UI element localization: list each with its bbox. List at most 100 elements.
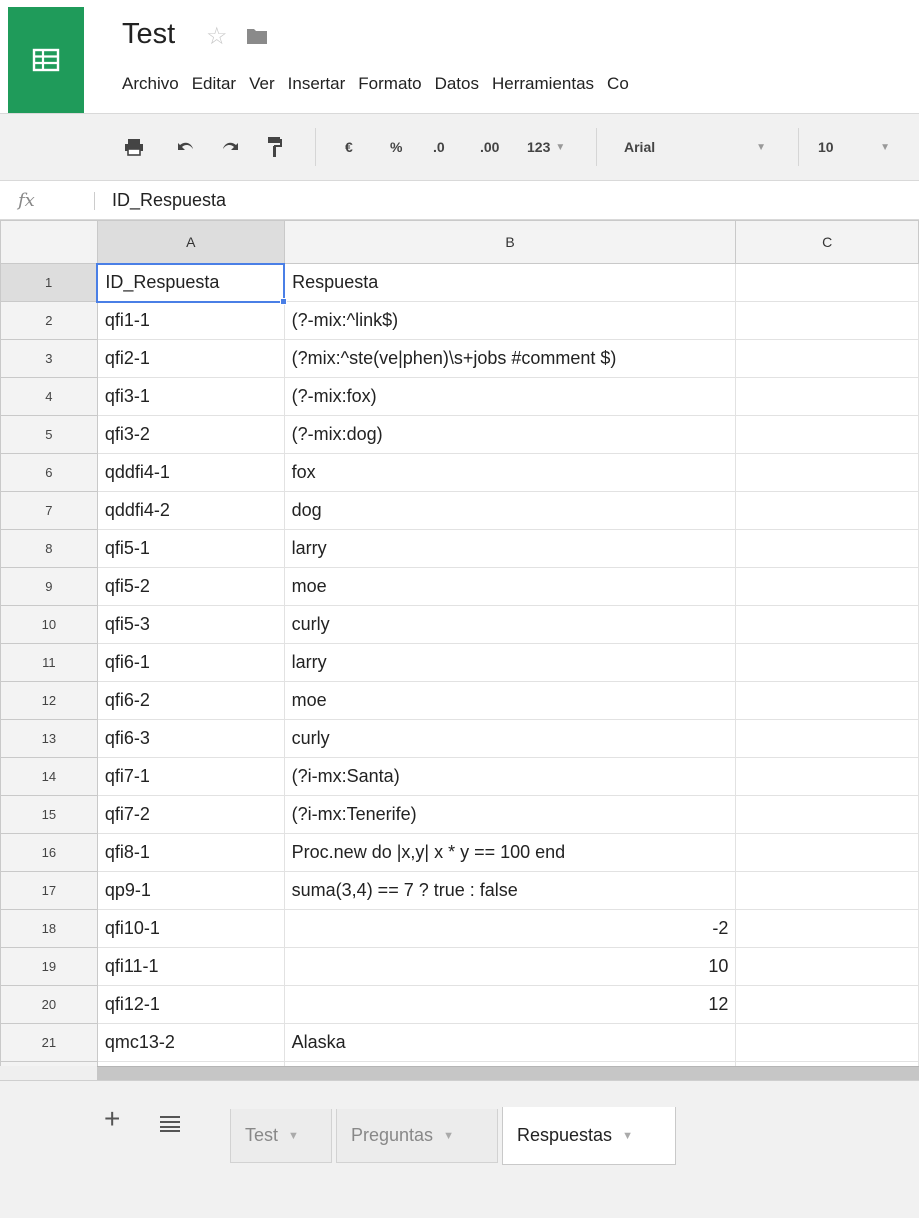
cell-b[interactable]: (?i-mx:Tenerife) — [283, 795, 737, 834]
formula-input[interactable]: ID_Respuesta — [112, 190, 226, 211]
row-header[interactable]: 14 — [0, 757, 98, 796]
cell-a[interactable]: qfi3-2 — [96, 415, 285, 454]
menu-ver[interactable]: Ver — [249, 74, 275, 104]
cell-a[interactable]: qfi7-2 — [96, 795, 285, 834]
undo-icon[interactable] — [176, 134, 196, 160]
cell-a[interactable]: qddfi4-2 — [96, 491, 285, 530]
percent-format-button[interactable]: % — [390, 134, 402, 160]
cell-a[interactable]: qfi3-1 — [96, 377, 285, 416]
row-header[interactable]: 12 — [0, 681, 98, 720]
cell-c[interactable] — [735, 339, 919, 378]
cell-c[interactable] — [735, 605, 919, 644]
row-header[interactable]: 11 — [0, 643, 98, 682]
row-header[interactable]: 20 — [0, 985, 98, 1024]
row-header[interactable]: 7 — [0, 491, 98, 530]
cell-c[interactable] — [735, 719, 919, 758]
menu-formato[interactable]: Formato — [358, 74, 421, 104]
cell-c[interactable] — [735, 833, 919, 872]
column-header-a[interactable]: A — [96, 220, 285, 264]
cell-a[interactable]: qfi6-3 — [96, 719, 285, 758]
cell-b[interactable]: (?i-mx:Santa) — [283, 757, 737, 796]
more-formats-button[interactable]: 123 ▼ — [527, 134, 565, 160]
cell-a[interactable]: qfi2-1 — [96, 339, 285, 378]
cell-c[interactable] — [735, 301, 919, 340]
menu-editar[interactable]: Editar — [192, 74, 236, 104]
print-icon[interactable] — [124, 134, 144, 160]
cell-a[interactable]: qddfi4-1 — [96, 453, 285, 492]
row-header[interactable]: 21 — [0, 1023, 98, 1062]
chevron-down-icon[interactable]: ▼ — [288, 1130, 299, 1142]
sheets-logo-icon[interactable] — [8, 7, 84, 113]
cell-a[interactable]: qfi1-1 — [96, 301, 285, 340]
cell-b[interactable]: (?mix:^ste(ve|phen)\s+jobs #comment $) — [283, 339, 737, 378]
cell-a[interactable]: qfi5-3 — [96, 605, 285, 644]
cell-a[interactable]: qfi12-1 — [96, 985, 285, 1024]
cell-b[interactable]: suma(3,4) == 7 ? true : false — [283, 871, 737, 910]
cell-c[interactable] — [735, 909, 919, 948]
menu-insertar[interactable]: Insertar — [288, 74, 346, 104]
menu-datos[interactable]: Datos — [435, 74, 479, 104]
cell-c[interactable] — [735, 795, 919, 834]
cell-a[interactable]: qfi7-1 — [96, 757, 285, 796]
row-header[interactable]: 5 — [0, 415, 98, 454]
sheet-tab[interactable]: Respuestas ▼ — [502, 1107, 676, 1165]
add-sheet-button[interactable]: + — [104, 1105, 120, 1133]
row-header[interactable]: 13 — [0, 719, 98, 758]
cell-c[interactable] — [735, 453, 919, 492]
fill-handle[interactable] — [280, 297, 288, 305]
currency-format-button[interactable]: € — [345, 134, 353, 160]
cell-a[interactable]: qfi8-1 — [96, 833, 285, 872]
cell-b[interactable]: larry — [283, 529, 737, 568]
horizontal-scrollbar[interactable] — [97, 1066, 919, 1080]
row-header[interactable]: 6 — [0, 453, 98, 492]
font-size-select[interactable]: 10 ▼ — [818, 134, 898, 160]
font-family-select[interactable]: Arial ▼ — [624, 134, 780, 160]
row-header[interactable]: 4 — [0, 377, 98, 416]
cell-c[interactable] — [735, 567, 919, 606]
row-header[interactable]: 16 — [0, 833, 98, 872]
star-icon[interactable]: ☆ — [206, 22, 228, 51]
cell-c[interactable] — [735, 1023, 919, 1062]
row-header[interactable]: 15 — [0, 795, 98, 834]
paint-format-icon[interactable] — [266, 134, 284, 160]
decrease-decimals-button[interactable]: .0 — [433, 134, 445, 160]
folder-icon[interactable] — [246, 27, 268, 50]
column-header-c[interactable]: C — [735, 220, 919, 264]
cell-b[interactable]: moe — [283, 681, 737, 720]
cell-c[interactable] — [735, 491, 919, 530]
redo-icon[interactable] — [220, 134, 240, 160]
sheet-list-button[interactable] — [160, 1114, 180, 1137]
chevron-down-icon[interactable]: ▼ — [622, 1130, 633, 1142]
cell-b[interactable]: Alaska — [283, 1023, 737, 1062]
cell-c[interactable] — [735, 529, 919, 568]
cell-b[interactable]: -2 — [283, 909, 737, 948]
cell-c[interactable] — [735, 947, 919, 986]
row-header[interactable]: 17 — [0, 871, 98, 910]
cell-b[interactable]: (?-mix:^link$) — [283, 301, 737, 340]
cell-c[interactable] — [735, 681, 919, 720]
cell-b[interactable]: moe — [283, 567, 737, 606]
cell-a[interactable]: qfi5-2 — [96, 567, 285, 606]
cell-b[interactable]: 12 — [283, 985, 737, 1024]
cell-b[interactable]: larry — [283, 643, 737, 682]
cell-a[interactable]: qfi10-1 — [96, 909, 285, 948]
cell-c[interactable] — [735, 263, 919, 302]
row-header[interactable]: 19 — [0, 947, 98, 986]
chevron-down-icon[interactable]: ▼ — [443, 1130, 454, 1142]
row-header[interactable]: 10 — [0, 605, 98, 644]
document-title[interactable]: Test — [122, 18, 175, 51]
column-header-b[interactable]: B — [283, 220, 737, 264]
increase-decimals-button[interactable]: .00 — [480, 134, 499, 160]
menu-archivo[interactable]: Archivo — [122, 74, 179, 104]
row-header[interactable]: 18 — [0, 909, 98, 948]
row-header[interactable]: 3 — [0, 339, 98, 378]
menu-complementos[interactable]: Co — [607, 74, 629, 104]
menu-herramientas[interactable]: Herramientas — [492, 74, 594, 104]
cell-b[interactable]: curly — [283, 719, 737, 758]
cell-a[interactable]: qfi6-1 — [96, 643, 285, 682]
cell-b[interactable]: 10 — [283, 947, 737, 986]
cell-c[interactable] — [735, 757, 919, 796]
cell-a[interactable]: qmc13-2 — [96, 1023, 285, 1062]
sheet-tab[interactable]: Preguntas ▼ — [336, 1109, 498, 1163]
cell-b[interactable]: Proc.new do |x,y| x * y == 100 end — [283, 833, 737, 872]
